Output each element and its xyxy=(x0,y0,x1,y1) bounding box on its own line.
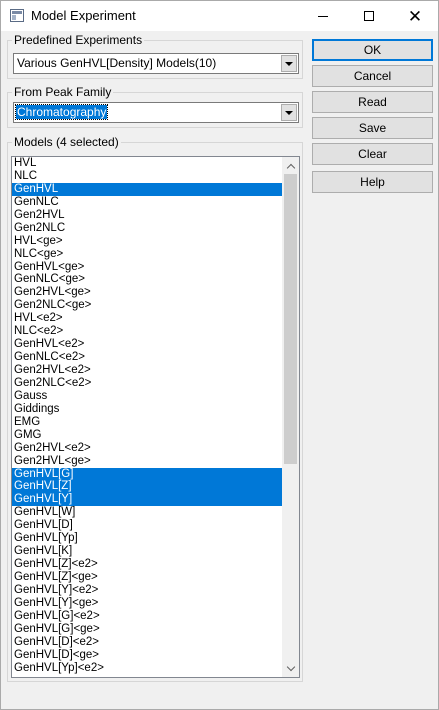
list-item[interactable]: GenHVL[Yp]<e2> xyxy=(12,662,283,675)
peak-family-label: From Peak Family xyxy=(14,85,112,99)
list-item[interactable]: GenHVL[K] xyxy=(12,545,283,558)
maximize-button[interactable] xyxy=(346,1,392,31)
list-item[interactable]: HVL<e2> xyxy=(12,312,283,325)
list-item[interactable]: NLC xyxy=(12,170,283,183)
chevron-down-icon xyxy=(285,61,293,66)
list-item[interactable]: Giddings xyxy=(12,403,283,416)
list-item[interactable]: GenHVL[Z] xyxy=(12,480,283,494)
list-item[interactable]: EMG xyxy=(12,416,283,429)
vertical-scrollbar[interactable] xyxy=(282,157,299,677)
list-item[interactable]: GenHVL[Y]<ge> xyxy=(12,597,283,610)
list-item[interactable]: GenHVL[D]<ge> xyxy=(12,649,283,662)
list-item[interactable]: Gen2HVL<ge> xyxy=(12,455,283,468)
list-item[interactable]: GenHVL[D] xyxy=(12,519,283,532)
window-title: Model Experiment xyxy=(31,8,136,23)
predefined-experiments-value: Various GenHVL[Density] Models(10) xyxy=(17,56,217,70)
help-button[interactable]: Help xyxy=(312,171,433,193)
list-item[interactable]: GenHVL<ge> xyxy=(12,261,283,274)
minimize-button[interactable] xyxy=(300,1,346,31)
list-item[interactable]: Gen2NLC xyxy=(12,222,283,235)
peak-family-value: Chromatography xyxy=(14,104,109,120)
clear-button[interactable]: Clear xyxy=(312,143,433,165)
save-button[interactable]: Save xyxy=(312,117,433,139)
list-item[interactable]: GenHVL[Yp] xyxy=(12,532,283,545)
chevron-down-icon xyxy=(285,110,293,115)
list-item[interactable]: GenNLC<e2> xyxy=(12,351,283,364)
list-item[interactable]: GenHVL[Z]<ge> xyxy=(12,571,283,584)
close-icon: ✕ xyxy=(407,6,423,26)
model-experiment-dialog: Model Experiment ✕ Predefined Experiment… xyxy=(0,0,439,710)
scrollbar-thumb[interactable] xyxy=(284,174,297,464)
models-label: Models (4 selected) xyxy=(14,135,119,149)
list-item[interactable]: GenHVL[Z]<e2> xyxy=(12,558,283,571)
peak-family-select[interactable]: Chromatography xyxy=(13,102,299,123)
list-item[interactable]: GenHVL[G]<ge> xyxy=(12,623,283,636)
read-button[interactable]: Read xyxy=(312,91,433,113)
list-item[interactable]: GenNLC xyxy=(12,196,283,209)
models-list: HVL NLC GenHVL GenNLC Gen2HVL Gen2NLC HVL<ge> N… xyxy=(12,157,283,675)
scroll-down-button[interactable] xyxy=(282,660,299,677)
chevron-down-icon xyxy=(286,662,295,671)
dropdown-button[interactable] xyxy=(281,104,297,121)
list-item[interactable]: Gen2HVL<e2> xyxy=(12,442,283,455)
list-item[interactable]: GenHVL[W] xyxy=(12,506,283,519)
list-item[interactable]: NLC<e2> xyxy=(12,325,283,338)
predefined-experiments-label: Predefined Experiments xyxy=(14,33,143,47)
list-item[interactable]: Gen2HVL<e2> xyxy=(12,364,283,377)
close-button[interactable]: ✕ xyxy=(392,1,438,31)
list-item[interactable]: Gen2NLC<e2> xyxy=(12,377,283,390)
list-item[interactable]: GMG xyxy=(12,429,283,442)
ok-button[interactable]: OK xyxy=(312,39,433,61)
list-item[interactable]: GenNLC<ge> xyxy=(12,273,283,286)
maximize-icon xyxy=(364,11,374,21)
predefined-experiments-select[interactable]: Various GenHVL[Density] Models(10) xyxy=(13,53,299,74)
chevron-up-icon xyxy=(286,163,295,172)
list-item[interactable]: Gen2HVL<ge> xyxy=(12,286,283,299)
title-bar[interactable]: Model Experiment ✕ xyxy=(1,1,438,31)
list-item[interactable]: Gen2HVL xyxy=(12,209,283,222)
list-item[interactable]: Gauss xyxy=(12,390,283,403)
list-item[interactable]: HVL<ge> xyxy=(12,235,283,248)
list-item[interactable]: GenHVL[G] xyxy=(12,467,283,481)
list-item[interactable]: Gen2NLC<ge> xyxy=(12,299,283,312)
list-item[interactable]: NLC<ge> xyxy=(12,248,283,261)
list-item[interactable]: GenHVL[G]<e2> xyxy=(12,610,283,623)
scroll-up-button[interactable] xyxy=(282,157,299,174)
models-listbox[interactable]: HVL NLC GenHVL GenNLC Gen2HVL Gen2NLC HVL<ge> N… xyxy=(11,156,300,678)
list-item[interactable]: GenHVL[D]<e2> xyxy=(12,636,283,649)
dropdown-button[interactable] xyxy=(281,55,297,72)
list-item[interactable]: GenHVL[Y] xyxy=(12,493,283,507)
list-item[interactable]: GenHVL xyxy=(12,182,283,196)
list-item[interactable]: GenHVL<e2> xyxy=(12,338,283,351)
list-item[interactable]: GenHVL[Y]<e2> xyxy=(12,584,283,597)
cancel-button[interactable]: Cancel xyxy=(312,65,433,87)
list-item[interactable]: HVL xyxy=(12,157,283,170)
app-window-icon xyxy=(10,9,24,22)
minimize-icon xyxy=(318,15,328,17)
